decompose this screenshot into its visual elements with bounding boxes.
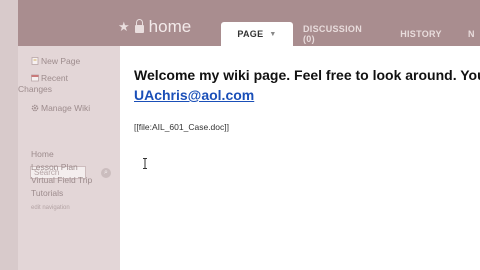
edit-navigation-label: edit navigation xyxy=(31,205,70,211)
tab-history-label: HISTORY xyxy=(400,29,442,39)
edit-navigation-link[interactable]: edit navigation xyxy=(31,203,70,214)
tab-page-label: PAGE xyxy=(237,29,264,39)
file-link[interactable]: [[file:AIL_601_Case.doc]] xyxy=(134,122,229,132)
tab-discussion[interactable]: DISCUSSION (0) xyxy=(303,22,375,46)
gear-icon xyxy=(31,104,39,112)
sidebar-item-lesson-plan[interactable]: Lesson Plan xyxy=(31,162,78,173)
search-button[interactable]: ⌕ xyxy=(101,168,111,178)
tab-page[interactable]: PAGE ▼ xyxy=(221,22,293,46)
page-title-text: home xyxy=(148,17,192,36)
sidebar-item-label: Home xyxy=(31,149,54,159)
tab-notify[interactable]: N xyxy=(468,22,480,46)
new-page-icon xyxy=(31,57,39,65)
sidebar-item-recent-changes[interactable]: Recent Changes xyxy=(18,73,68,95)
tab-discussion-label: DISCUSSION (0) xyxy=(303,24,363,44)
sidebar-item-label-cont: Changes xyxy=(18,84,53,94)
sidebar-item-label: Lesson Plan xyxy=(31,162,78,172)
sidebar-item-tutorials[interactable]: Tutorials xyxy=(31,188,63,199)
text-cursor-icon xyxy=(143,158,147,169)
recent-changes-icon xyxy=(31,74,39,82)
email-link[interactable]: UAchris@aol.com xyxy=(134,87,254,103)
sidebar-item-label: Tutorials xyxy=(31,188,64,198)
search-icon: ⌕ xyxy=(104,169,108,176)
page-content: Welcome my wiki page. Feel free to look … xyxy=(120,46,480,270)
wiki-window: ★ home PAGE ▼ DISCUSSION (0) HISTORY N N… xyxy=(0,0,480,270)
sidebar-item-label: New Page xyxy=(41,56,81,66)
sidebar-item-home[interactable]: Home xyxy=(31,149,54,160)
sidebar: New Page Recent Changes Manage Wiki Sear… xyxy=(18,46,120,270)
left-edge-bar xyxy=(0,0,19,270)
lock-icon xyxy=(134,19,144,33)
sidebar-item-label: Recent xyxy=(41,73,68,83)
chevron-down-icon: ▼ xyxy=(269,30,277,38)
welcome-text: Welcome my wiki page. Feel free to look … xyxy=(134,67,480,83)
tab-notify-label: N xyxy=(468,29,475,39)
sidebar-item-new-page[interactable]: New Page xyxy=(31,56,80,67)
sidebar-item-manage-wiki[interactable]: Manage Wiki xyxy=(31,103,90,114)
sidebar-item-label: Virtual Field Trip xyxy=(31,175,93,185)
tab-history[interactable]: HISTORY xyxy=(398,22,444,46)
sidebar-item-virtual-field-trip[interactable]: Virtual Field Trip xyxy=(31,175,92,186)
sidebar-item-label: Manage Wiki xyxy=(41,103,91,113)
page-title: ★ home xyxy=(118,17,191,37)
star-icon[interactable]: ★ xyxy=(118,19,130,35)
